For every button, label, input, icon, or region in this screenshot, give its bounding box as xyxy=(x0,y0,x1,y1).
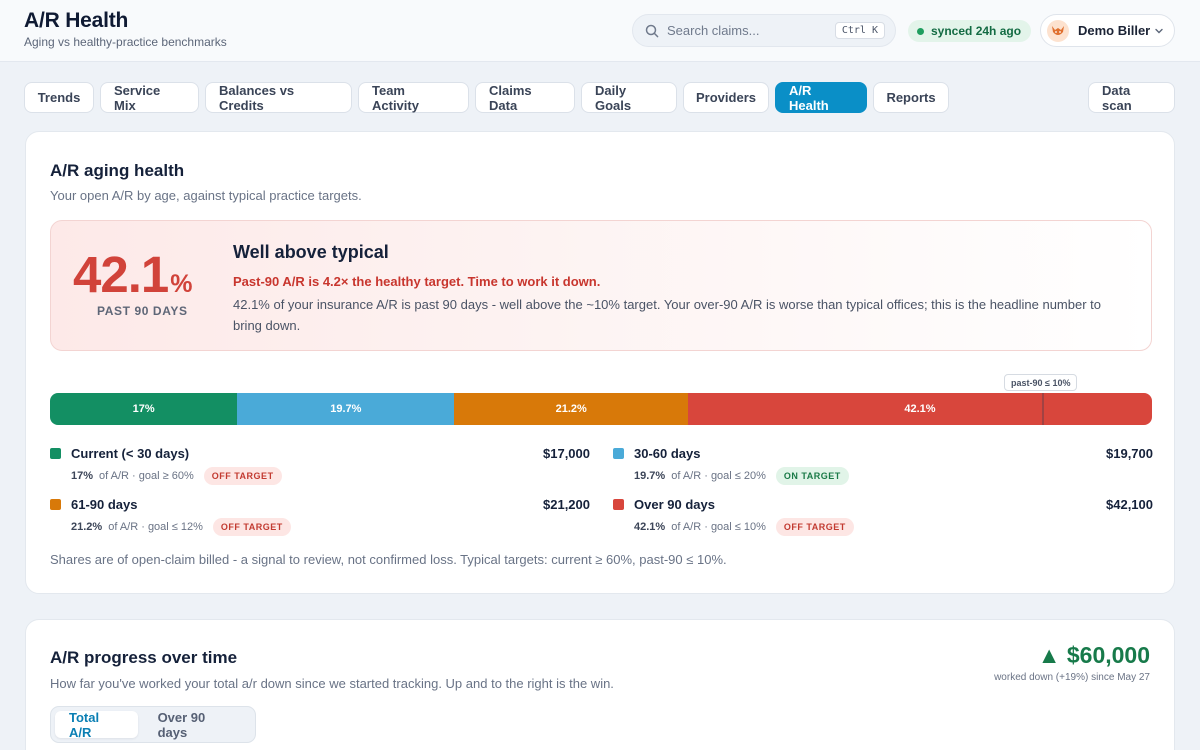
tab-service-mix[interactable]: Service Mix xyxy=(100,82,199,113)
search-placeholder: Search claims... xyxy=(667,23,760,38)
bucket-meta: 19.7% of A/R · goal ≤ 20% ON TARGET xyxy=(634,467,849,485)
top-bar: A/R Health Aging vs healthy-practice ben… xyxy=(0,0,1200,62)
legend-swatch xyxy=(613,448,624,459)
page-subtitle: Aging vs healthy-practice benchmarks xyxy=(24,35,227,49)
status-badge: OFF TARGET xyxy=(212,518,291,536)
tab-ar-health[interactable]: A/R Health xyxy=(775,82,867,113)
user-name: Demo Biller xyxy=(1078,23,1151,38)
past-90-label: PAST 90 DAYS xyxy=(97,304,188,318)
bucket-name: 61-90 days xyxy=(71,497,138,512)
page-title: A/R Health xyxy=(24,9,129,32)
bucket-name: Current (< 30 days) xyxy=(71,446,190,461)
bucket-30-60: 30-60 days $19,700 19.7% of A/R · goal ≤… xyxy=(613,446,1153,486)
verdict-heading: Well above typical xyxy=(233,242,389,262)
bar-segment-30-60: 19.7% xyxy=(237,393,455,425)
verdict-description: 42.1% of your insurance A/R is past 90 d… xyxy=(233,297,1101,333)
tab-providers[interactable]: Providers xyxy=(683,82,769,113)
legend-swatch xyxy=(50,499,61,510)
headline-panel: 42.1% PAST 90 DAYS Well above typical Pa… xyxy=(50,220,1152,351)
bucket-goal: of A/R · goal ≤ 20% xyxy=(671,470,766,482)
legend-swatch xyxy=(50,448,61,459)
toggle-total-ar[interactable]: Total A/R xyxy=(55,710,138,740)
status-badge: OFF TARGET xyxy=(775,518,854,536)
bucket-meta: 17% of A/R · goal ≥ 60% OFF TARGET xyxy=(71,467,282,485)
verdict-subheading: Past-90 A/R is 4.2× the healthy target. … xyxy=(233,274,601,289)
bucket-share: 19.7% xyxy=(634,470,666,482)
ar-progress-card: A/R progress over time How far you've wo… xyxy=(25,619,1175,750)
bucket-amount: $19,700 xyxy=(1106,446,1153,461)
bar-segment-current: 17% xyxy=(50,393,238,425)
aging-stacked-bar: 17% 19.7% 21.2% 42.1% xyxy=(50,393,1152,425)
bucket-meta: 42.1% of A/R · goal ≤ 10% OFF TARGET xyxy=(634,518,854,536)
ar-aging-card: A/R aging health Your open A/R by age, a… xyxy=(25,131,1175,594)
bucket-name: Over 90 days xyxy=(634,497,715,512)
bucket-current: Current (< 30 days) $17,000 17% of A/R ·… xyxy=(50,446,590,486)
bucket-name: 30-60 days xyxy=(634,446,701,461)
chevron-down-icon xyxy=(1155,28,1163,33)
bucket-amount: $42,100 xyxy=(1106,497,1153,512)
bar-segment-over-90: 42.1% xyxy=(688,393,1152,425)
bucket-over-90: Over 90 days $42,100 42.1% of A/R · goal… xyxy=(613,497,1153,537)
avatar xyxy=(1047,19,1069,42)
bucket-share: 21.2% xyxy=(71,521,103,533)
bar-segment-61-90: 21.2% xyxy=(454,393,689,425)
bucket-61-90: 61-90 days $21,200 21.2% of A/R · goal ≤… xyxy=(50,497,590,537)
bucket-goal: of A/R · goal ≤ 10% xyxy=(671,521,766,533)
tab-team-activity[interactable]: Team Activity xyxy=(358,82,469,113)
bucket-share: 17% xyxy=(71,470,94,482)
tab-trends[interactable]: Trends xyxy=(24,82,94,113)
data-scan-button[interactable]: Data scan xyxy=(1088,82,1175,113)
bucket-amount: $21,200 xyxy=(543,497,590,512)
bucket-amount: $17,000 xyxy=(543,446,590,461)
user-menu-button[interactable]: Demo Biller xyxy=(1040,14,1175,47)
bucket-share: 42.1% xyxy=(634,521,666,533)
status-badge: OFF TARGET xyxy=(203,467,282,485)
ar-progress-title: A/R progress over time xyxy=(50,648,238,667)
target-marker-label: past-90 ≤ 10% xyxy=(1004,374,1078,391)
ar-progress-subtitle: How far you've worked your total a/r dow… xyxy=(50,676,614,691)
search-input[interactable]: Search claims... Ctrl K xyxy=(632,14,896,47)
metric-toggle: Total A/R Over 90 days xyxy=(50,706,256,743)
aging-footnote: Shares are of open-claim billed - a sign… xyxy=(50,552,727,567)
ar-aging-subtitle: Your open A/R by age, against typical pr… xyxy=(50,188,362,203)
worked-down-note: worked down (+19%) since May 27 xyxy=(994,672,1150,683)
tab-claims-data[interactable]: Claims Data xyxy=(475,82,575,113)
legend-swatch xyxy=(613,499,624,510)
bucket-meta: 21.2% of A/R · goal ≤ 12% OFF TARGET xyxy=(71,518,291,536)
tab-daily-goals[interactable]: Daily Goals xyxy=(581,82,677,113)
tab-balances-vs-credits[interactable]: Balances vs Credits xyxy=(205,82,352,113)
worked-down-amount: ▲ $60,000 xyxy=(1037,642,1150,668)
sync-status-text: synced 24h ago xyxy=(931,24,1022,38)
past-90-value: 42.1% xyxy=(73,246,193,303)
tab-reports[interactable]: Reports xyxy=(873,82,949,113)
sync-status-badge: synced 24h ago xyxy=(908,20,1032,42)
search-icon xyxy=(645,24,659,37)
status-badge: ON TARGET xyxy=(775,467,849,485)
status-dot-icon xyxy=(917,27,924,35)
ar-aging-title: A/R aging health xyxy=(50,161,185,180)
search-shortcut-hint: Ctrl K xyxy=(834,22,885,39)
target-marker-line xyxy=(1042,393,1044,425)
bucket-goal: of A/R · goal ≤ 12% xyxy=(108,521,203,533)
bucket-goal: of A/R · goal ≥ 60% xyxy=(99,470,194,482)
toggle-over-90[interactable]: Over 90 days xyxy=(144,710,251,740)
fox-avatar-icon xyxy=(1052,25,1064,35)
